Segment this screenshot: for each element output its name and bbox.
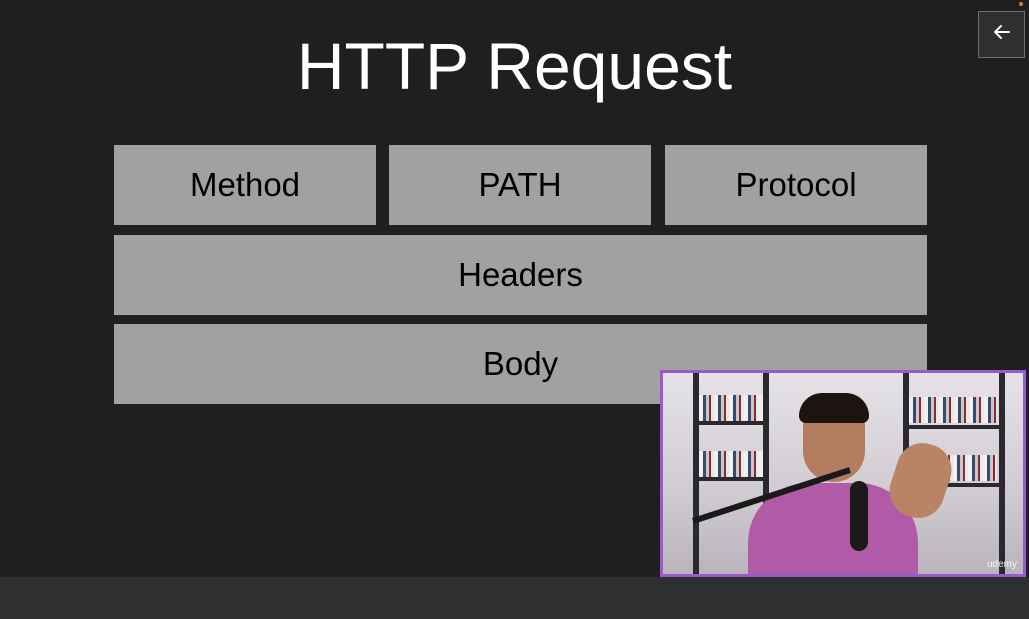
arrow-left-icon	[992, 22, 1012, 47]
bookshelf-frame-far	[999, 373, 1005, 574]
method-label: Method	[189, 166, 301, 203]
body-label: Body	[482, 345, 559, 382]
books-row	[909, 397, 997, 423]
udemy-watermark: udemy	[986, 559, 1017, 570]
protocol-box: Protocol	[665, 145, 927, 225]
books-row	[699, 451, 763, 477]
instructor-video-overlay: udemy	[660, 370, 1026, 577]
protocol-label: Protocol	[735, 166, 857, 203]
path-label: PATH	[478, 166, 562, 203]
status-dot	[1019, 2, 1023, 6]
presenter-hair	[799, 393, 869, 423]
video-player[interactable]: HTTP Request Method PATH Protocol Header…	[0, 0, 1029, 577]
books-row	[699, 395, 763, 421]
shelf-board	[693, 421, 769, 425]
player-control-bar	[0, 577, 1029, 619]
back-button[interactable]	[978, 11, 1025, 58]
headers-label: Headers	[458, 256, 583, 293]
slide-title: HTTP Request	[296, 29, 733, 103]
path-box: PATH	[389, 145, 651, 225]
method-box: Method	[114, 145, 376, 225]
shelf-board	[693, 477, 769, 481]
headers-box: Headers	[114, 235, 927, 315]
shelf-board	[903, 425, 1003, 429]
microphone-icon	[850, 481, 868, 551]
